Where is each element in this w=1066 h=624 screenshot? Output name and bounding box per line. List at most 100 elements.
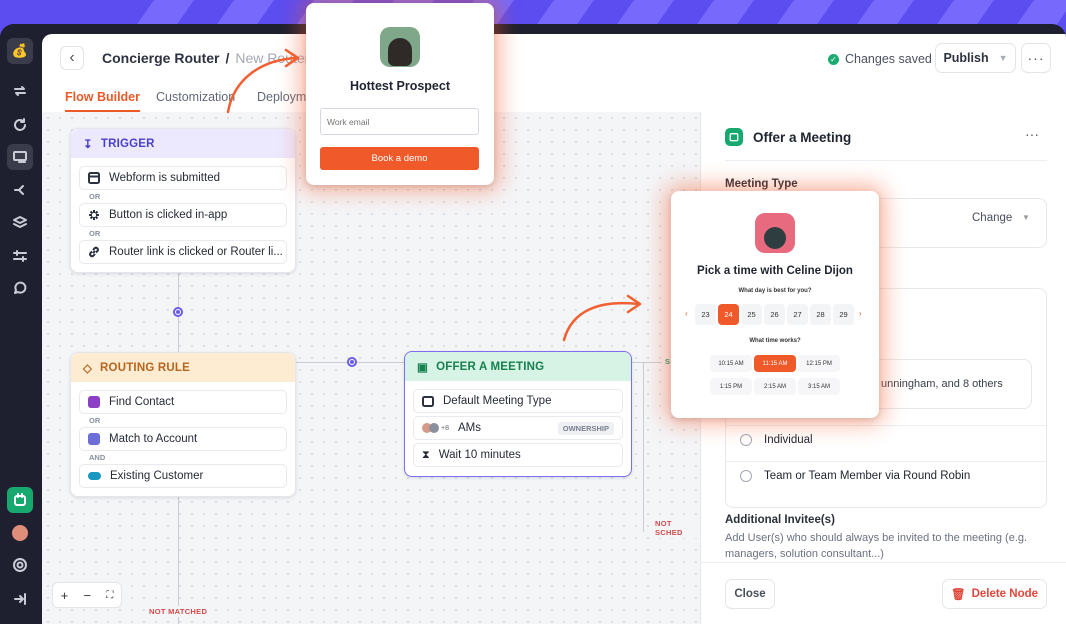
additional-invitees-description: Add User(s) who should always be invited… [725,532,1028,560]
delete-node-label: Delete Node [971,588,1039,600]
more-button[interactable]: ··· [1021,43,1051,73]
left-rail: 💰 [0,24,42,624]
hosts-row[interactable]: +8 AMs OWNERSHIP [413,416,623,440]
layers-icon[interactable] [7,210,33,236]
app-window: 💰 ‹ Concierge Router / New Router ✓ Changes… [0,24,1066,624]
day-button[interactable]: 29 [833,304,854,325]
trigger-item-label: Button is clicked in-app [109,209,228,221]
sync-icon[interactable] [7,78,33,104]
day-button[interactable]: 25 [741,304,762,325]
routing-item-label: Match to Account [109,433,198,445]
trash-icon: 🗑 [950,589,966,601]
time-slot[interactable]: 12:15 PM [798,355,840,372]
meeting-type-label: Meeting Type [725,178,798,190]
book-demo-button[interactable]: Book a demo [320,147,479,170]
prospect-title: Hottest Prospect [349,79,451,93]
day-button-selected[interactable]: 24 [718,304,739,325]
connector-dot[interactable] [347,357,357,367]
branch-icon[interactable] [7,177,33,203]
or-label: OR [89,229,101,238]
tab-flow-builder[interactable]: Flow Builder [65,90,140,112]
option-label: Individual [764,434,813,446]
save-status: ✓ Changes saved [828,52,932,66]
trigger-item[interactable]: Router link is clicked or Router li... [79,240,287,264]
click-icon [89,210,99,220]
time-slot-selected[interactable]: 11:15 AM [754,355,796,372]
meeting-type-label: Default Meeting Type [443,395,552,407]
time-slot[interactable]: 1:15 PM [710,378,752,395]
not-matched-tag: NOT MATCHED [146,606,211,617]
breadcrumb-parent[interactable]: Concierge Router [102,50,219,66]
scheduler-popup: Pick a time with Celine Dijon What day i… [671,191,879,418]
zoom-out-button[interactable]: − [83,588,91,603]
user-avatar[interactable] [7,520,33,546]
chevron-down-icon: ▼ [998,53,1008,63]
routing-item-label: Existing Customer [110,470,204,482]
link-icon [89,246,99,258]
fit-view-button[interactable]: ⛶ [106,590,113,601]
salesforce-icon [88,472,101,480]
routing-rule-node[interactable]: ◇ ROUTING RULE Find Contact OR Match to A… [70,352,296,497]
wait-row[interactable]: ⧗ Wait 10 minutes [413,443,623,467]
routing-title: ROUTING RULE [100,361,190,374]
offer-meeting-node[interactable]: ▣ OFFER A MEETING Default Meeting Type +8… [404,351,632,477]
option-round-robin[interactable]: Team or Team Member via Round Robin [740,470,970,482]
check-icon: ✓ [828,53,839,65]
meeting-type-row[interactable]: Default Meeting Type [413,389,623,413]
radio-button[interactable] [740,434,752,446]
help-icon[interactable] [7,552,33,578]
delete-node-button[interactable]: 🗑 Delete Node [942,579,1047,609]
arrow-decoration-1 [226,48,300,114]
close-button[interactable]: Close [725,579,775,609]
refresh-icon[interactable] [7,112,33,138]
form-icon [88,172,100,184]
routing-item[interactable]: Match to Account [79,427,287,451]
radio-button[interactable] [740,470,752,482]
option-individual[interactable]: Individual [740,434,813,446]
top-bar: ‹ Concierge Router / New Router ✓ Changes s… [42,34,1066,84]
panel-menu-button[interactable]: ··· [1025,126,1039,142]
sliders-icon[interactable] [7,243,33,269]
host-avatars: +8 [422,423,449,433]
routing-header: ◇ ROUTING RULE [71,353,295,382]
ownership-badge: OWNERSHIP [557,422,614,435]
collapse-icon[interactable] [7,586,33,612]
panel-title: Offer a Meeting [753,129,852,145]
day-button[interactable]: 28 [810,304,831,325]
prev-week-icon[interactable]: ‹ [685,309,688,318]
flow-canvas[interactable]: NOT MATCHED NOT SCHED S ↧ TRIGGER Webform… [42,112,700,624]
calendar-app-icon[interactable] [7,487,33,513]
change-button[interactable]: Change [972,212,1012,224]
next-week-icon[interactable]: › [859,309,862,318]
day-button[interactable]: 27 [787,304,808,325]
publish-label: Publish [943,51,989,65]
diamond-icon: ◇ [83,362,93,375]
publish-button[interactable]: Publish ▼ [935,43,1016,73]
trigger-item[interactable]: Button is clicked in-app [79,203,287,227]
trigger-node[interactable]: ↧ TRIGGER Webform is submitted OR Button … [70,128,296,273]
day-button[interactable]: 23 [695,304,716,325]
trigger-header: ↧ TRIGGER [71,129,295,158]
time-slot[interactable]: 2:15 AM [754,378,796,395]
back-button[interactable]: ‹ [60,46,84,70]
router-icon[interactable] [7,144,33,170]
main-app: ‹ Concierge Router / New Router ✓ Changes s… [42,34,1066,624]
chat-icon[interactable] [7,276,33,302]
save-status-text: Changes saved [845,52,932,66]
day-button[interactable]: 26 [764,304,785,325]
additional-invitees-label: Additional Invitee(s) [725,514,835,526]
work-email-input[interactable] [320,108,479,135]
zoom-in-button[interactable]: + [61,588,69,603]
calendar-icon [725,128,743,146]
host-avatar [755,213,795,253]
time-slot[interactable]: 3:15 AM [798,378,840,395]
trigger-item[interactable]: Webform is submitted [79,166,287,190]
time-slot[interactable]: 10:15 AM [710,355,752,372]
and-label: AND [89,453,106,462]
routing-item[interactable]: Find Contact [79,390,287,414]
routing-item[interactable]: Existing Customer [79,464,287,488]
panel-header: Offer a Meeting [725,128,851,146]
hosts-label: AMs [457,422,481,434]
connector-dot[interactable] [173,307,183,317]
workspace-logo-icon[interactable]: 💰 [7,38,33,64]
